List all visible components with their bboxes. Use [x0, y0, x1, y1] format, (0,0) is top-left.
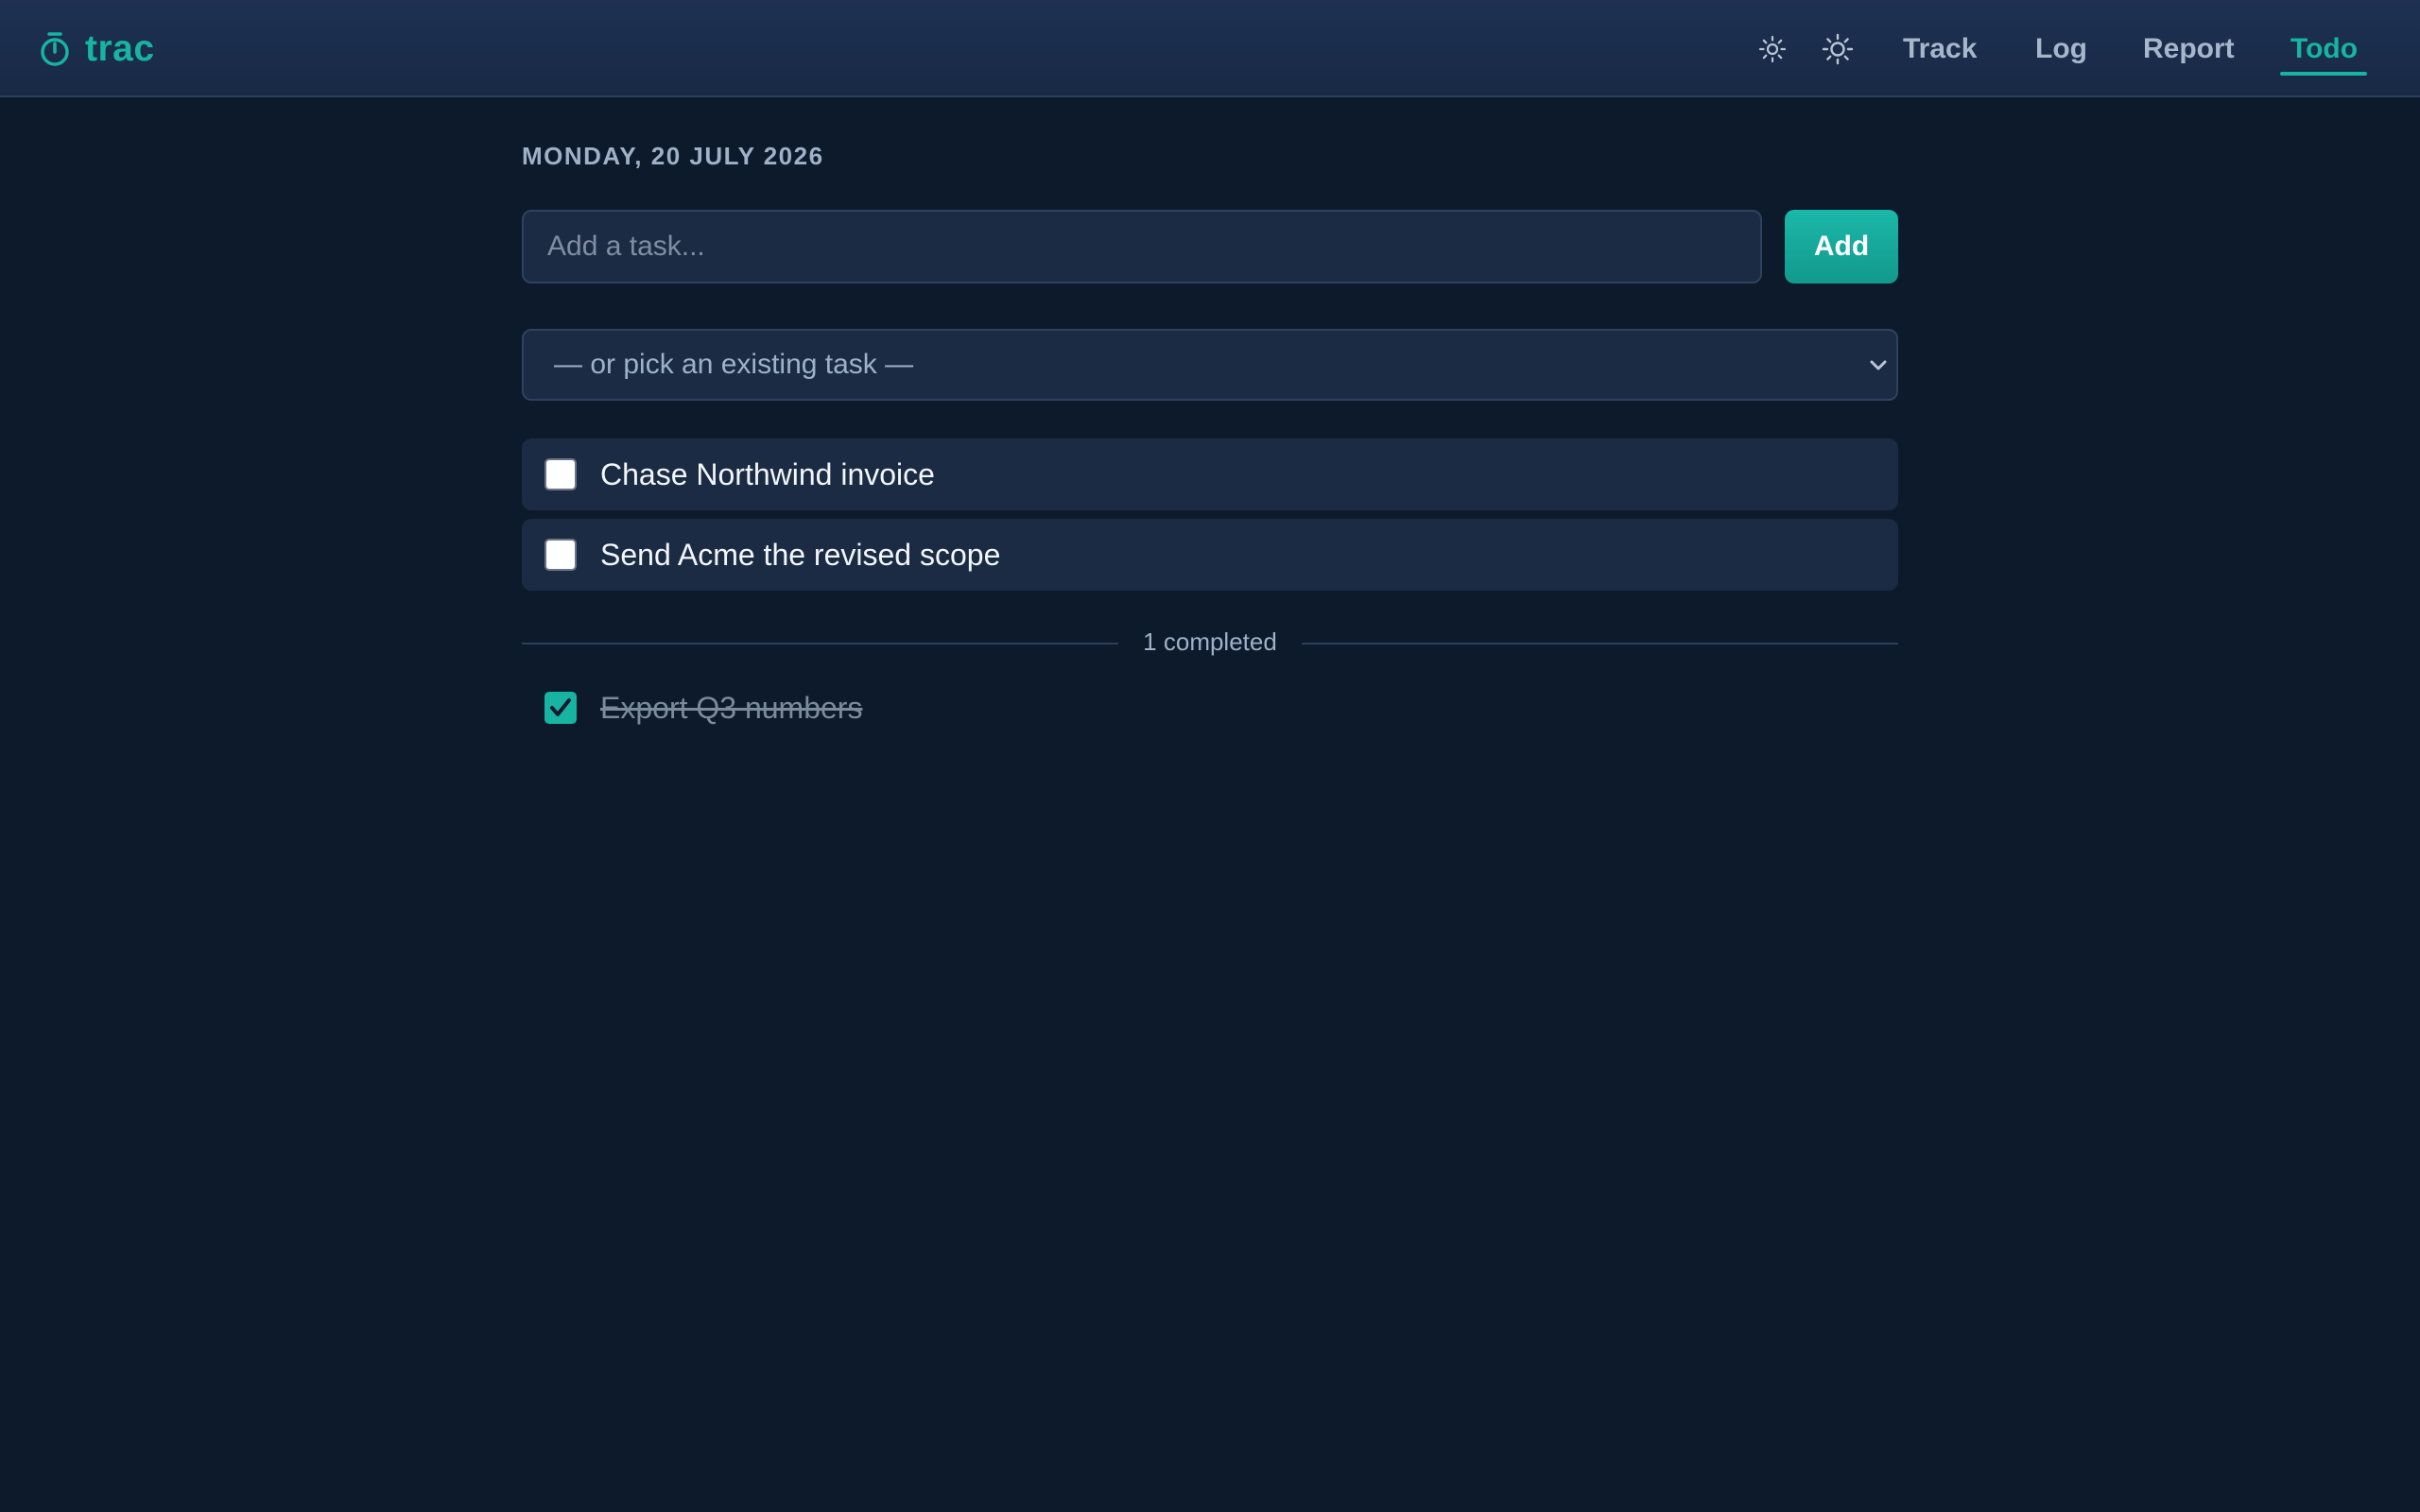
add-task-button[interactable]: Add: [1785, 210, 1898, 284]
nav-log[interactable]: Log: [2035, 28, 2087, 70]
top-navbar: trac Track Log Report Todo: [0, 0, 2420, 97]
todo-text: Chase Northwind invoice: [600, 456, 935, 491]
app-name: trac: [85, 28, 155, 69]
completed-todo-text: Export Q3 numbers: [600, 690, 863, 725]
date-heading: MONDAY, 20 JULY 2026: [522, 142, 824, 170]
completed-count-label: 1 completed: [1143, 627, 1277, 656]
divider-line-right: [1302, 643, 1898, 644]
nav-report[interactable]: Report: [2143, 28, 2235, 70]
nav-todo[interactable]: Todo: [2290, 28, 2358, 70]
chevron-down-icon: [1870, 360, 1887, 370]
divider-line-left: [522, 643, 1118, 644]
todo-text: Send Acme the revised scope: [600, 537, 1001, 572]
sun-icon: [1822, 33, 1854, 65]
todo-item: Send Acme the revised scope: [522, 519, 1898, 591]
existing-task-select-value: — or pick an existing task —: [554, 349, 914, 380]
theme-toggle-button[interactable]: [1817, 28, 1858, 70]
existing-task-select[interactable]: — or pick an existing task —: [522, 329, 1898, 401]
sun-small-icon: [1758, 35, 1787, 63]
nav-active-indicator: [2280, 72, 2367, 76]
completed-todo-checkbox[interactable]: [544, 692, 577, 724]
brand-link[interactable]: trac: [38, 26, 155, 72]
add-task-input[interactable]: [522, 210, 1762, 284]
theme-toggle-light-button[interactable]: [1752, 28, 1793, 70]
todo-checkbox[interactable]: [544, 458, 577, 490]
stopwatch-icon: [41, 32, 69, 66]
completed-todo-item: Export Q3 numbers: [522, 672, 1898, 744]
checkmark-icon: [550, 698, 571, 716]
nav-track[interactable]: Track: [1903, 28, 1977, 70]
todo-item: Chase Northwind invoice: [522, 438, 1898, 510]
todo-checkbox[interactable]: [544, 539, 577, 571]
